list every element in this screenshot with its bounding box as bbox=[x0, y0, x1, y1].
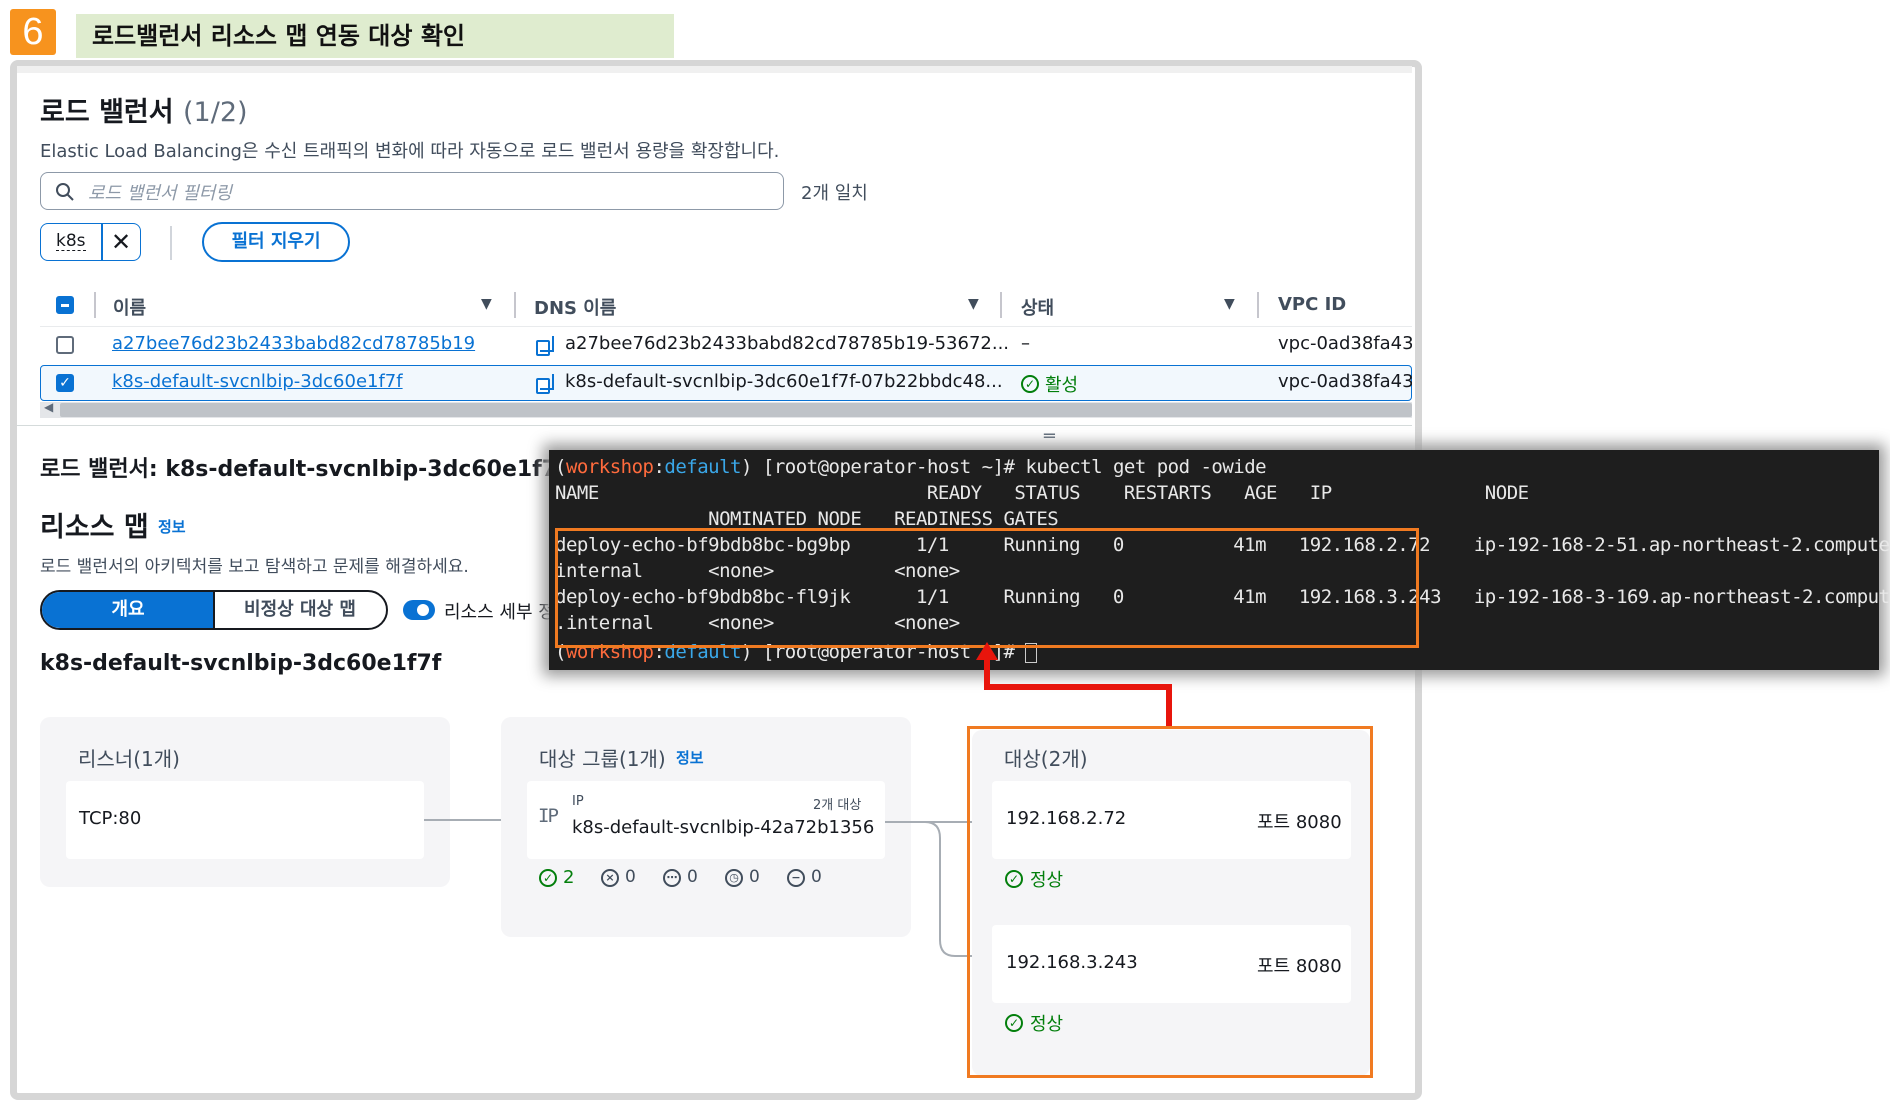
terminal-header-2: NOMINATED NODE READINESS GATES bbox=[555, 508, 1059, 528]
lb-list-title: 로드 밸런서 (1/2) bbox=[40, 90, 248, 129]
arrow-shaft-lower bbox=[1166, 686, 1172, 726]
lb-name-link[interactable]: a27bee76d23b2433babd82cd78785b19 bbox=[112, 333, 475, 354]
lb-name-link[interactable]: k8s-default-svcnlbip-3dc60e1f7f bbox=[112, 371, 403, 392]
unused-icon: ⋯ bbox=[663, 869, 681, 887]
select-all-checkbox[interactable] bbox=[56, 296, 74, 314]
prompt-namespace: default bbox=[664, 456, 741, 478]
terminal-header-1: NAME READY STATUS RESTARTS AGE IP NODE bbox=[555, 482, 1529, 504]
lb-vpc-id: vpc-0ad38fa432 bbox=[1278, 371, 1412, 392]
step-title: 로드밸런서 리소스 맵 연동 대상 확인 bbox=[76, 14, 674, 58]
ip-type-icon: IP bbox=[538, 805, 559, 827]
arrow-shaft-upper bbox=[984, 655, 990, 690]
drag-handle-icon[interactable]: ═ bbox=[1044, 426, 1055, 447]
lb-vpc-id: vpc-0ad38fa432 bbox=[1278, 333, 1412, 354]
arrow-head-icon bbox=[976, 642, 998, 660]
column-header-vpc[interactable]: VPC ID bbox=[1278, 294, 1346, 315]
column-separator bbox=[94, 292, 96, 318]
tab-overview[interactable]: 개요 bbox=[42, 592, 214, 628]
info-link[interactable]: 정보 bbox=[158, 516, 186, 537]
info-link[interactable]: 정보 bbox=[676, 747, 704, 768]
unavailable-count: 0 bbox=[811, 867, 822, 887]
column-header-state[interactable]: 상태 bbox=[1021, 294, 1054, 320]
lb-state: – bbox=[1021, 333, 1030, 354]
arrow-shaft-horizontal bbox=[984, 684, 1172, 690]
lb-detail-header: 로드 밸런서: k8s-default-svcnlbip-3dc60e1f7f bbox=[40, 457, 567, 482]
close-icon[interactable]: ✕ bbox=[106, 226, 136, 258]
prompt-workspace: workshop bbox=[565, 456, 654, 478]
resource-map-description: 로드 밸런서의 아키텍처를 보고 탐색하고 문제를 해결하세요. bbox=[40, 557, 469, 577]
resource-map-title: 리소스 맵 bbox=[40, 512, 149, 543]
lb-map-name: k8s-default-svcnlbip-3dc60e1f7f bbox=[40, 651, 442, 676]
copy-icon-back bbox=[540, 374, 554, 390]
unhealthy-icon: × bbox=[601, 869, 619, 887]
scrollbar-thumb[interactable] bbox=[60, 403, 1412, 417]
row-checkbox[interactable] bbox=[56, 336, 74, 354]
draining-icon: ◷ bbox=[725, 869, 743, 887]
draining-count: 0 bbox=[749, 867, 760, 887]
prompt-host: [root@operator-host ~]# bbox=[762, 456, 1026, 478]
split-panel-divider bbox=[17, 425, 1412, 426]
copy-icon-back bbox=[540, 336, 554, 352]
check-circle-icon: ✓ bbox=[1021, 375, 1039, 393]
healthy-count: 2 bbox=[563, 867, 575, 888]
search-icon bbox=[56, 183, 74, 201]
unhealthy-count: 0 bbox=[625, 867, 636, 887]
filter-token-label: k8s bbox=[56, 231, 86, 251]
lb-state-active: 활성 bbox=[1045, 375, 1079, 396]
column-header-dns[interactable]: DNS 이름 bbox=[534, 294, 616, 320]
filter-separator bbox=[170, 226, 172, 260]
toggle-knob bbox=[417, 604, 429, 616]
target-group-title: 대상 그룹(1개) bbox=[539, 747, 666, 771]
chevron-left-icon[interactable]: ◀ bbox=[44, 400, 53, 414]
column-separator bbox=[1000, 292, 1002, 318]
column-separator bbox=[514, 292, 516, 318]
unavailable-icon: − bbox=[787, 869, 805, 887]
terminal-prompt-line: (workshop:default) [root@operator-host ~… bbox=[555, 456, 1267, 478]
caret-down-icon[interactable]: ▼ bbox=[481, 296, 492, 312]
lb-list-description: Elastic Load Balancing은 수신 트래픽의 변화에 따라 자… bbox=[40, 141, 780, 162]
target-count: 2개 대상 bbox=[813, 798, 862, 813]
listener-protocol-port: TCP:80 bbox=[79, 808, 142, 829]
terminal-command: kubectl get pod -owide bbox=[1025, 456, 1267, 478]
match-count: 2개 일치 bbox=[801, 183, 868, 204]
pod-ip-highlight-box bbox=[555, 528, 1419, 648]
lb-filter-placeholder: 로드 밸런서 필터링 bbox=[88, 183, 232, 204]
frame-top-bar bbox=[17, 66, 1412, 73]
lb-selection-count: (1/2) bbox=[183, 97, 248, 128]
step-number-badge: 6 bbox=[10, 9, 56, 55]
tab-unhealthy-target-map[interactable]: 비정상 대상 맵 bbox=[214, 592, 386, 628]
lb-list-title-text: 로드 밸런서 bbox=[40, 97, 174, 128]
caret-down-icon[interactable]: ▼ bbox=[968, 296, 979, 312]
targets-highlight-box bbox=[967, 726, 1373, 1078]
target-type: IP bbox=[572, 794, 584, 809]
caret-down-icon[interactable]: ▼ bbox=[1224, 296, 1235, 312]
row-checkbox-checked[interactable]: ✓ bbox=[56, 374, 74, 392]
resource-details-toggle-label: 리소스 세부 정 bbox=[444, 602, 555, 623]
clear-filter-button[interactable]: 필터 지우기 bbox=[202, 222, 350, 262]
lb-dns-name: k8s-default-svcnlbip-3dc60e1f7f-07b22bbd… bbox=[565, 371, 1003, 392]
healthy-icon: ✓ bbox=[539, 869, 557, 887]
unused-count: 0 bbox=[687, 867, 698, 887]
target-group-name: k8s-default-svcnlbip-42a72b1356 bbox=[572, 817, 875, 838]
table-header-divider bbox=[40, 326, 1412, 327]
filter-token-divider bbox=[101, 224, 103, 260]
column-separator bbox=[1257, 292, 1259, 318]
column-header-name[interactable]: 이름 bbox=[113, 294, 146, 320]
listeners-title: 리스너(1개) bbox=[78, 747, 180, 771]
lb-dns-name: a27bee76d23b2433babd82cd78785b19-53672..… bbox=[565, 333, 1010, 354]
